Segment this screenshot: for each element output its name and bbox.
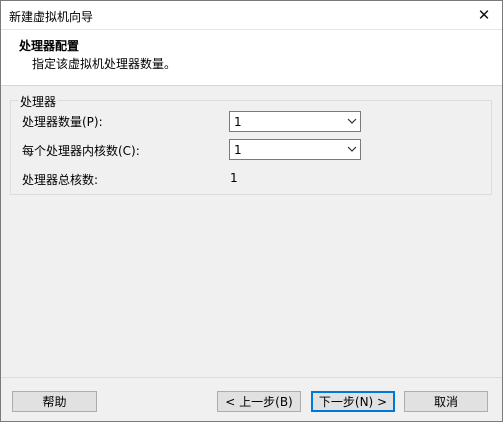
page-subtitle: 指定该虚拟机处理器数量。 xyxy=(32,57,177,71)
title-bar: 新建虚拟机向导 ✕ xyxy=(1,1,502,30)
close-button[interactable]: ✕ xyxy=(472,5,496,25)
window-title: 新建虚拟机向导 xyxy=(9,10,94,24)
next-button[interactable]: 下一步(N) > xyxy=(311,391,395,412)
groupbox-legend: 处理器 xyxy=(18,93,59,110)
processor-count-label: 处理器数量(P): xyxy=(22,115,103,129)
wizard-footer: 帮助 < 上一步(B) 下一步(N) > 取消 xyxy=(1,377,502,421)
close-icon: ✕ xyxy=(477,6,491,24)
cores-per-processor-select[interactable]: 1 xyxy=(229,139,361,160)
chevron-down-icon xyxy=(347,146,357,152)
chevron-down-icon xyxy=(347,118,357,124)
total-cores-label: 处理器总核数: xyxy=(22,173,99,187)
help-button[interactable]: 帮助 xyxy=(12,391,97,412)
cancel-button[interactable]: 取消 xyxy=(404,391,488,412)
processor-count-value: 1 xyxy=(234,115,242,129)
processor-count-select[interactable]: 1 xyxy=(229,111,361,132)
wizard-header: 处理器配置 指定该虚拟机处理器数量。 xyxy=(1,30,502,86)
cores-per-processor-label: 每个处理器内核数(C): xyxy=(22,144,140,158)
wizard-content: 处理器 处理器数量(P): 1 每个处理器内核数(C): 1 处理器总核数: 1 xyxy=(1,86,502,376)
page-title: 处理器配置 xyxy=(19,39,80,53)
back-button[interactable]: < 上一步(B) xyxy=(217,391,301,412)
cores-per-processor-value: 1 xyxy=(234,143,242,157)
total-cores-value: 1 xyxy=(230,171,238,185)
processor-groupbox: 处理器 处理器数量(P): 1 每个处理器内核数(C): 1 处理器总核数: 1 xyxy=(10,93,492,195)
wizard-window: 新建虚拟机向导 ✕ 处理器配置 指定该虚拟机处理器数量。 处理器 处理器数量(P… xyxy=(0,0,503,422)
